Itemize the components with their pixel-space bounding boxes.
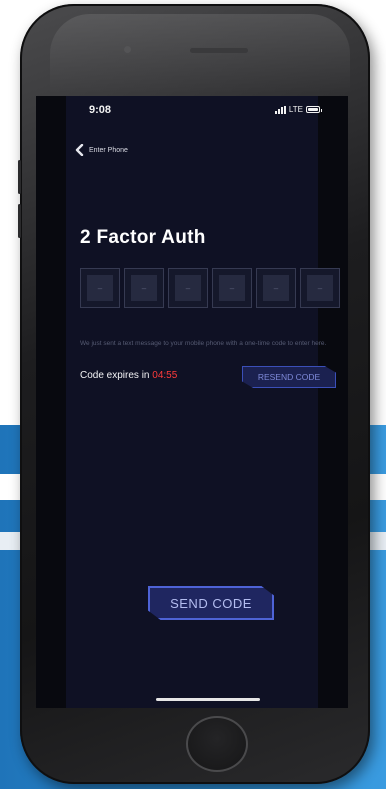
code-digit-placeholder: –: [307, 275, 333, 301]
code-input-row: – – – – – –: [80, 268, 340, 308]
status-indicators: LTE: [274, 105, 322, 114]
scene: 9:08 LTE Enter Phone 2 Factor Auth – – –…: [0, 0, 386, 789]
screen-edge-left: [36, 96, 66, 708]
send-code-button[interactable]: SEND CODE: [148, 586, 274, 620]
phone-screen: 9:08 LTE Enter Phone 2 Factor Auth – – –…: [36, 96, 348, 708]
code-digit-5[interactable]: –: [256, 268, 296, 308]
code-digit-placeholder: –: [175, 275, 201, 301]
home-button[interactable]: [186, 716, 248, 772]
signal-icon: [274, 105, 286, 114]
code-digit-3[interactable]: –: [168, 268, 208, 308]
chevron-left-icon: [75, 144, 84, 156]
back-button[interactable]: Enter Phone: [74, 144, 128, 156]
code-digit-2[interactable]: –: [124, 268, 164, 308]
network-label: LTE: [288, 105, 303, 114]
home-indicator[interactable]: [156, 698, 260, 701]
expiry-countdown: 04:55: [152, 370, 178, 381]
earpiece-speaker: [190, 48, 248, 53]
volume-up-button[interactable]: [18, 160, 21, 194]
back-button-label: Enter Phone: [89, 146, 128, 154]
code-digit-1[interactable]: –: [80, 268, 120, 308]
expiry-label: Code expires in: [80, 370, 150, 381]
code-digit-placeholder: –: [219, 275, 245, 301]
phone-shine: [50, 14, 350, 94]
volume-down-button[interactable]: [18, 204, 21, 238]
code-digit-6[interactable]: –: [300, 268, 340, 308]
code-digit-placeholder: –: [87, 275, 113, 301]
front-camera: [124, 46, 131, 53]
page-title: 2 Factor Auth: [80, 227, 206, 248]
code-digit-placeholder: –: [263, 275, 289, 301]
battery-icon: [306, 106, 322, 113]
resend-code-button[interactable]: RESEND CODE: [242, 366, 336, 388]
info-text: We just sent a text message to your mobi…: [80, 340, 327, 347]
screen-edge-right: [318, 96, 348, 708]
expiry-text: Code expires in 04:55: [80, 370, 177, 381]
status-time: 9:08: [89, 104, 112, 116]
code-digit-placeholder: –: [131, 275, 157, 301]
code-digit-4[interactable]: –: [212, 268, 252, 308]
